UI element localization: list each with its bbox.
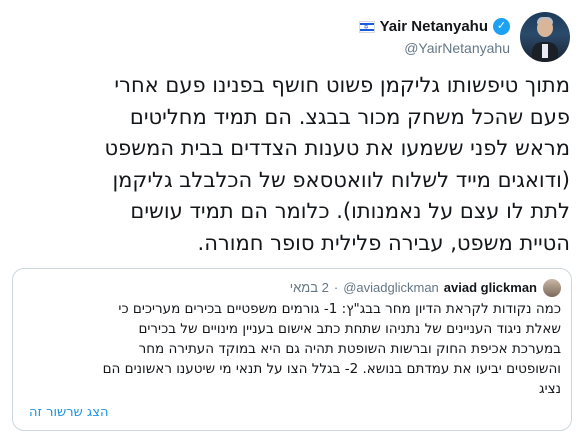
israel-flag-icon: ✡	[358, 20, 375, 33]
flag-star: ✡	[363, 24, 369, 31]
show-thread-link[interactable]: הצג שרשור זה	[29, 405, 108, 420]
author-handle[interactable]: @YairNetanyahu	[404, 40, 510, 56]
tweet-header: ✡ Yair Netanyahu ✓ @YairNetanyahu	[170, 12, 570, 62]
quoted-author-name: aviad glickman	[443, 280, 537, 295]
avatar-head	[537, 19, 553, 37]
quoted-tweet-header: 2 במאי · @aviadglickman aviad glickman	[41, 278, 561, 298]
avatar-shirt	[542, 44, 548, 58]
tweet-text: מתוך טיפשותו גליקמן פשוט חושף בפנינו פעם…	[104, 73, 570, 255]
quoted-tweet-time: 2 במאי	[289, 280, 329, 295]
quoted-tweet[interactable]: 2 במאי · @aviadglickman aviad glickman כ…	[12, 268, 572, 431]
author-name-row[interactable]: ✡ Yair Netanyahu ✓	[358, 18, 510, 35]
quoted-tweet-text: כמה נקודות לקראת הדיון מחר בבג"ץ: 1- גור…	[102, 301, 561, 397]
author-avatar[interactable]	[520, 12, 570, 62]
meta-separator: ·	[333, 280, 339, 295]
verified-badge-icon: ✓	[493, 18, 510, 35]
quoted-author-meta: 2 במאי · @aviadglickman aviad glickman	[290, 280, 537, 295]
quoted-author-avatar	[543, 279, 561, 297]
quoted-author-handle: @aviadglickman	[343, 280, 439, 295]
author-display-name[interactable]: Yair Netanyahu	[380, 18, 488, 35]
